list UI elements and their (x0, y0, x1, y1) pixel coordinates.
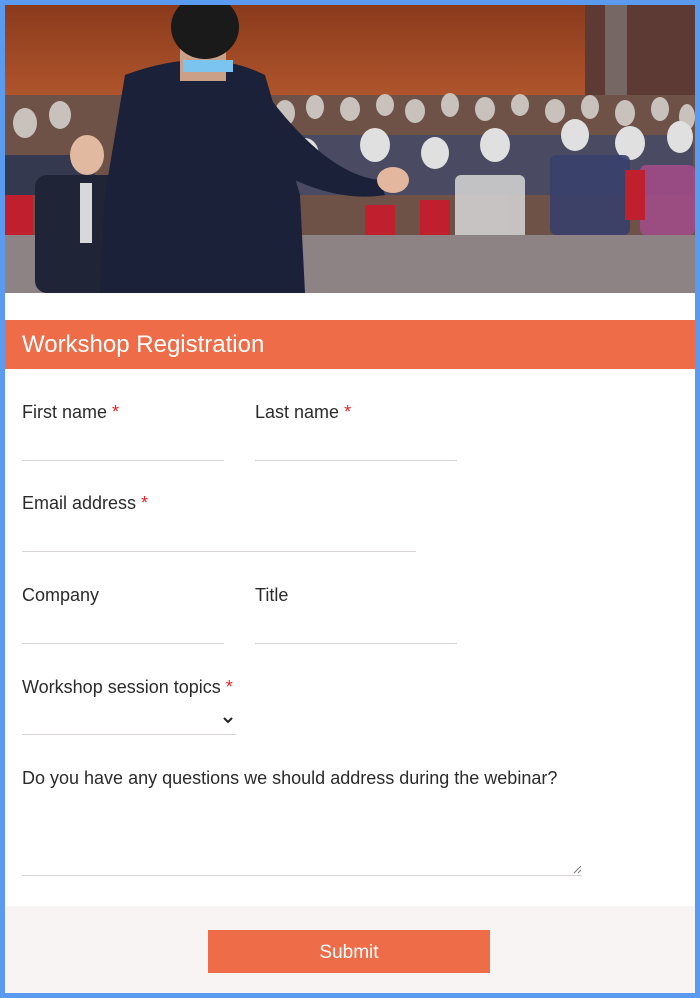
required-marker: * (141, 493, 149, 513)
questions-textarea[interactable] (22, 805, 582, 876)
submit-button[interactable]: Submit (208, 930, 490, 973)
required-marker: * (344, 402, 352, 422)
form-title: Workshop Registration (22, 331, 265, 358)
hero-image (5, 5, 695, 293)
form-frame: Workshop Registration First name * Last n… (0, 0, 700, 998)
email-label: Email address * (22, 493, 149, 513)
required-marker: * (112, 402, 120, 422)
required-marker: * (225, 677, 233, 697)
session-topics-select[interactable] (22, 707, 236, 735)
first-name-field[interactable] (22, 460, 224, 461)
resize-grip-icon[interactable] (573, 865, 582, 874)
form-header: Workshop Registration (5, 320, 695, 369)
session-topics-label: Workshop session topics * (22, 677, 233, 697)
form-footer: Submit (5, 906, 695, 993)
title-label: Title (255, 585, 289, 605)
last-name-label: Last name * (255, 402, 352, 422)
title-field[interactable] (255, 643, 457, 644)
last-name-field[interactable] (255, 460, 457, 461)
first-name-label: First name * (22, 402, 120, 422)
email-field[interactable] (22, 551, 416, 552)
company-label: Company (22, 585, 100, 605)
chevron-down-icon (223, 717, 233, 724)
company-field[interactable] (22, 643, 224, 644)
conference-audience-photo (5, 5, 695, 293)
questions-label: Do you have any questions we should addr… (22, 768, 558, 788)
